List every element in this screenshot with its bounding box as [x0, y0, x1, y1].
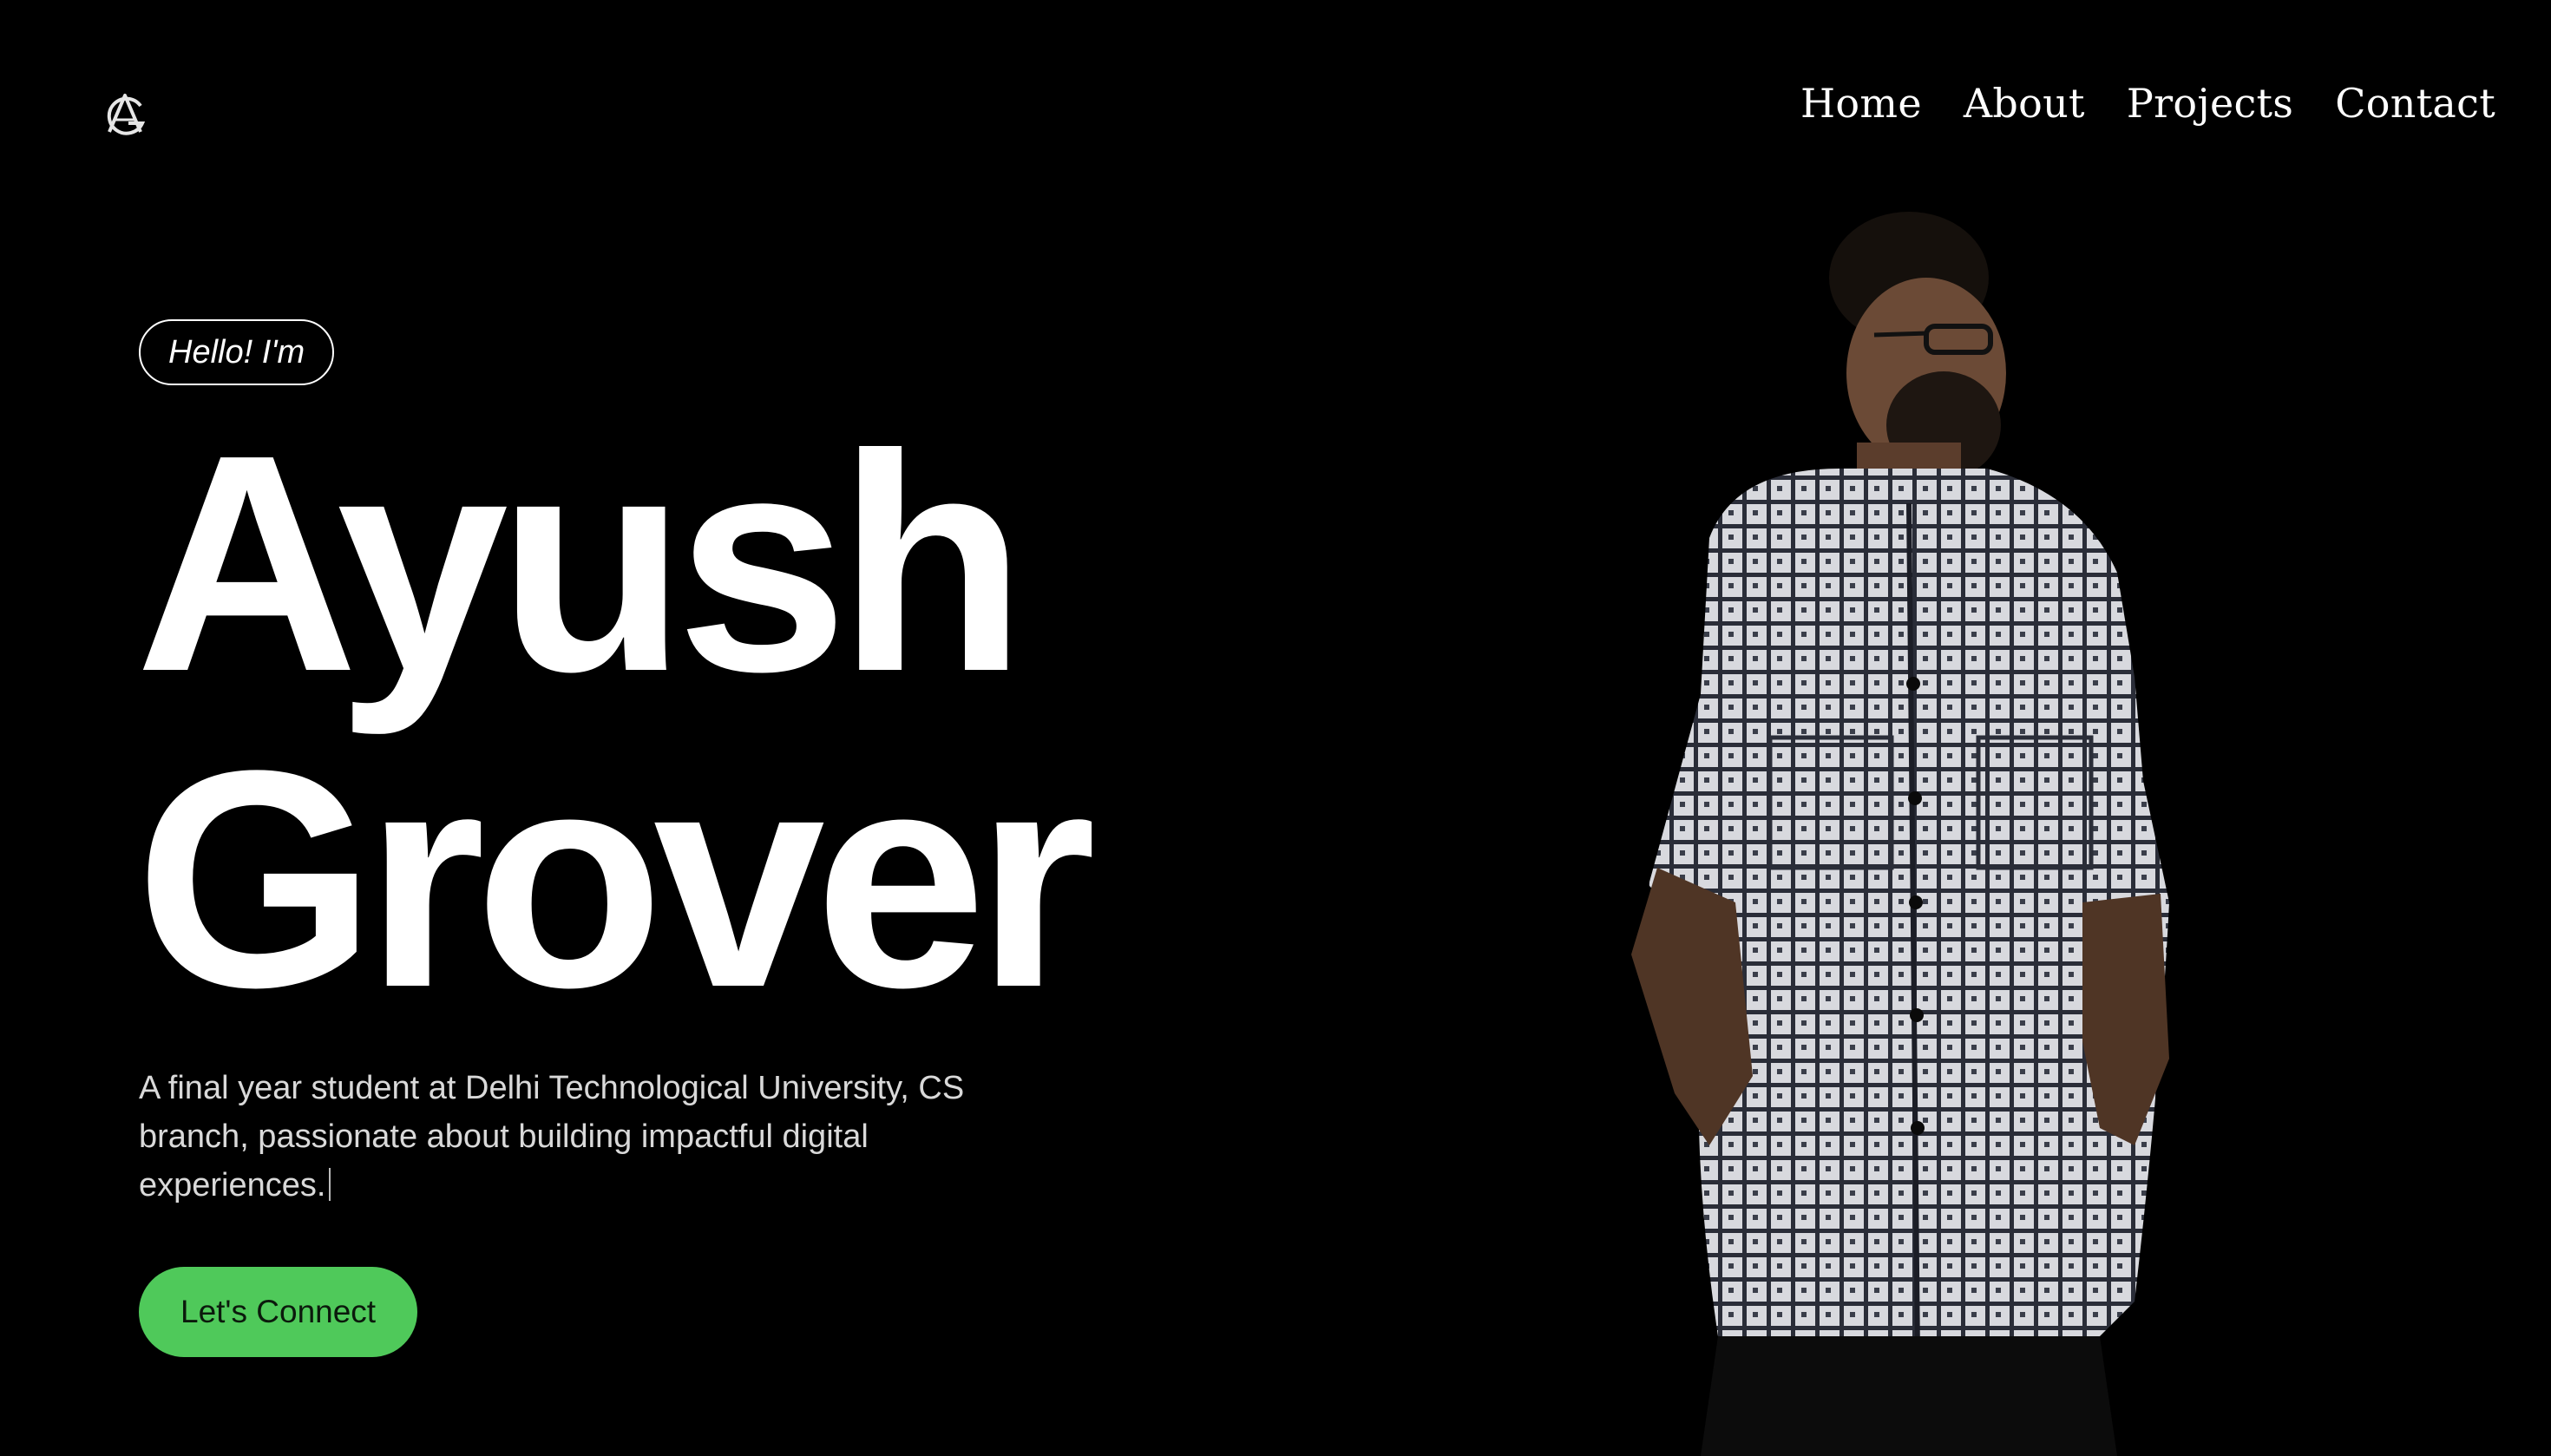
- portfolio-page: Home About Projects Contact Hello! I'm A…: [0, 0, 2551, 1456]
- main-nav: Home About Projects Contact: [1800, 80, 2495, 127]
- person-portrait-icon: [1475, 208, 2239, 1456]
- hero-description: A final year student at Delhi Technologi…: [139, 1064, 1007, 1210]
- ag-monogram-icon[interactable]: [97, 87, 153, 142]
- nav-projects-link[interactable]: Projects: [2127, 80, 2293, 127]
- lets-connect-button[interactable]: Let's Connect: [139, 1267, 418, 1357]
- nav-home-link[interactable]: Home: [1800, 80, 1922, 127]
- hero-description-text: A final year student at Delhi Technologi…: [139, 1070, 965, 1203]
- hero-first-name: Ayush: [135, 391, 1026, 736]
- typing-caret: [329, 1168, 331, 1201]
- nav-contact-link[interactable]: Contact: [2335, 80, 2495, 127]
- greeting-badge: Hello! I'm: [139, 319, 335, 385]
- hero-last-name: Grover: [135, 707, 1096, 1052]
- nav-about-link[interactable]: About: [1964, 80, 2085, 127]
